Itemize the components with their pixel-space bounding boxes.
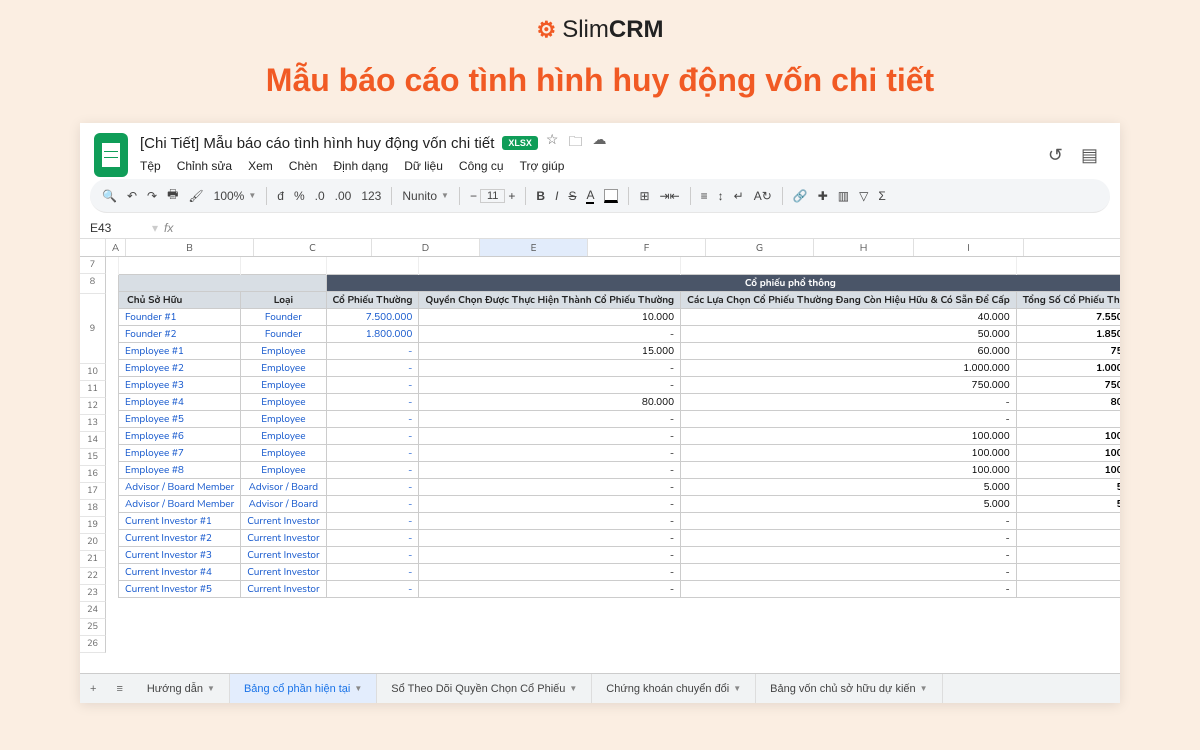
search-icon[interactable]: 🔍 [102,189,117,203]
merge-icon[interactable]: ⇥⇤ [660,189,680,203]
decrease-decimal-icon[interactable]: .0 [315,189,325,203]
menu-chỉnh sửa[interactable]: Chỉnh sửa [177,159,232,173]
add-sheet-button[interactable]: + [80,683,106,695]
table-row[interactable]: Current Investor #4Current Investor----0… [106,563,1120,580]
xlsx-badge: XLSX [502,136,538,150]
table-row[interactable]: Current Investor #1Current Investor----0… [106,512,1120,529]
sheets-window: [Chi Tiết] Mẫu báo cáo tình hình huy độn… [80,123,1120,703]
table-row[interactable]: Employee #6Employee--100.000100.0000,8% [106,427,1120,444]
sheet-tab[interactable]: Bảng cổ phần hiện tại ▼ [230,674,377,703]
doc-title[interactable]: [Chi Tiết] Mẫu báo cáo tình hình huy độn… [140,135,494,152]
text-color-icon[interactable]: A [586,188,594,204]
filter-icon[interactable]: ▽ [859,189,868,203]
fx-icon: fx [164,221,173,235]
currency-icon[interactable]: đ [277,189,284,203]
sheet-tab[interactable]: Hướng dẫn ▼ [133,674,230,703]
fill-color-icon[interactable] [604,189,618,203]
table-row[interactable]: Employee #4Employee-80.000-80.0000,7% [106,393,1120,410]
percent-icon[interactable]: % [294,189,305,203]
redo-icon[interactable]: ↷ [147,189,157,203]
col-G[interactable]: G [706,239,814,256]
wrap-icon[interactable]: ↵ [734,189,744,203]
rotate-icon[interactable]: A↻ [754,189,772,203]
table-row[interactable]: Employee #7Employee--100.000100.0000,8% [106,444,1120,461]
comments-icon[interactable]: ▤ [1081,145,1098,166]
col-H[interactable]: H [814,239,914,256]
menu-công cụ[interactable]: Công cụ [459,159,504,173]
toolbar: 🔍 ↶ ↷ 🖶 🖌 100% ▼ đ % .0 .00 123 Nunito ▼… [90,179,1110,213]
page-title: Mẫu báo cáo tình hình huy động vốn chi t… [0,62,1200,99]
table-row[interactable]: Employee #8Employee--100.000100.0000,8% [106,461,1120,478]
increase-decimal-icon[interactable]: .00 [335,189,352,203]
gear-icon: ⚙ [536,17,556,43]
strikethrough-icon[interactable]: S [568,189,576,203]
menu-định dạng[interactable]: Định dạng [333,159,388,173]
cloud-status-icon: ☁ [592,131,606,155]
table-row[interactable]: Current Investor #3Current Investor----0… [106,546,1120,563]
star-icon[interactable]: ☆ [546,131,559,155]
table-row[interactable]: Current Investor #5Current Investor----0… [106,580,1120,597]
col-D[interactable]: D [372,239,480,256]
link-icon[interactable]: 🔗 [793,189,808,203]
menu-tệp[interactable]: Tệp [140,159,161,173]
table-row[interactable]: Employee #3Employee--750.000750.0006,4% [106,376,1120,393]
table-row[interactable]: Employee #2Employee--1.000.0001.000.0008… [106,359,1120,376]
table-row[interactable]: Advisor / Board MemberAdvisor / Board--5… [106,495,1120,512]
menu-dữ liệu[interactable]: Dữ liệu [404,159,443,173]
move-folder-icon[interactable]: 🗀 [568,131,582,155]
font-size[interactable]: −11+ [470,189,515,203]
paint-format-icon[interactable]: 🖌 [188,189,203,203]
zoom-select[interactable]: 100% ▼ [214,189,257,203]
col-I[interactable]: I [914,239,1024,256]
menu-bar: Tệp Chỉnh sửa Xem Chèn Định dạng Dữ liệu Công … [140,155,1048,179]
col-E[interactable]: E [480,239,588,256]
more-formats-icon[interactable]: 123 [361,189,381,203]
col-F[interactable]: F [588,239,706,256]
name-box[interactable]: E43 [90,221,146,235]
menu-xem[interactable]: Xem [248,159,273,173]
table-row[interactable]: Founder #2Founder1.800.000-50.0001.850.0… [106,325,1120,342]
sheet-tab[interactable]: Sổ Theo Dõi Quyền Chọn Cổ Phiếu ▼ [377,674,592,703]
table-row[interactable]: Advisor / Board MemberAdvisor / Board--5… [106,478,1120,495]
italic-icon[interactable]: I [555,189,558,203]
menu-chèn[interactable]: Chèn [289,159,318,173]
formula-bar: E43 ▾ fx [80,217,1120,239]
sheets-doc-icon[interactable] [94,133,128,177]
halign-icon[interactable]: ≡ [701,189,708,203]
sheet-tab[interactable]: Chứng khoán chuyển đổi ▼ [592,674,756,703]
undo-icon[interactable]: ↶ [127,189,137,203]
comment-icon[interactable]: ✚ [818,189,828,203]
history-icon[interactable]: ↺ [1048,145,1063,166]
menu-trợ giúp[interactable]: Trợ giúp [520,159,565,173]
functions-icon[interactable]: Σ [878,189,885,203]
col-B[interactable]: B [126,239,254,256]
slimcrm-logo: ⚙ SlimCRM [0,0,1200,52]
font-select[interactable]: Nunito ▼ [402,189,449,203]
table-row[interactable]: Employee #5Employee----0,0% [106,410,1120,427]
table-row[interactable]: Employee #1Employee-15.00060.00075.0000,… [106,342,1120,359]
sheet-tab[interactable]: Bảng vốn chủ sở hữu dự kiến ▼ [756,674,942,703]
col-C[interactable]: C [254,239,372,256]
all-sheets-button[interactable]: ≡ [106,683,132,695]
table-row[interactable]: Founder #1Founder7.500.00010.00040.0007.… [106,308,1120,325]
valign-icon[interactable]: ↕ [718,189,724,203]
grid[interactable]: ABCDEFGHI 789101112131415161718192021222… [80,239,1120,669]
borders-icon[interactable]: ⊞ [639,189,649,203]
chart-icon[interactable]: ▥ [838,189,849,203]
sheet-tabs: + ≡ Hướng dẫn ▼Bảng cổ phần hiện tại ▼Sổ… [80,673,1120,703]
table-row[interactable]: Current Investor #2Current Investor----0… [106,529,1120,546]
bold-icon[interactable]: B [536,189,545,203]
print-icon[interactable]: 🖶 [167,185,178,206]
col-A[interactable]: A [106,239,126,256]
